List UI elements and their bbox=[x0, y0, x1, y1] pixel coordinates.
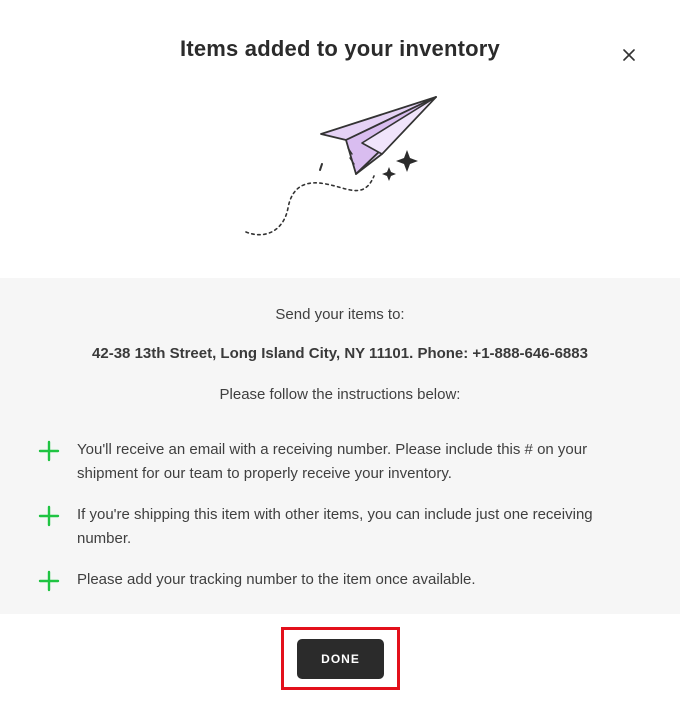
close-button[interactable] bbox=[616, 42, 642, 68]
send-items-label: Send your items to: bbox=[275, 306, 405, 323]
close-icon bbox=[623, 49, 635, 61]
done-button[interactable]: DONE bbox=[297, 639, 384, 679]
plus-icon bbox=[38, 505, 60, 527]
instruction-text: Please add your tracking number to the i… bbox=[77, 571, 476, 588]
plus-icon bbox=[38, 570, 60, 592]
instruction-item: Please add your tracking number to the i… bbox=[38, 568, 648, 592]
instruction-item: If you're shipping this item with other … bbox=[38, 503, 648, 551]
inventory-modal: Items added to your inventory Send your … bbox=[0, 0, 680, 712]
instruction-text: You'll receive an email with a receiving… bbox=[77, 441, 588, 482]
plus-icon bbox=[38, 440, 60, 462]
instructions-heading: Please follow the instructions below: bbox=[219, 386, 461, 403]
shipping-address: 42-38 13th Street, Long Island City, NY … bbox=[92, 345, 588, 362]
paper-plane-icon bbox=[245, 96, 437, 236]
instruction-item: You'll receive an email with a receiving… bbox=[38, 438, 648, 486]
shipping-info-panel: Send your items to: 42-38 13th Street, L… bbox=[0, 278, 680, 614]
instruction-list: You'll receive an email with a receiving… bbox=[38, 438, 648, 609]
instruction-text: If you're shipping this item with other … bbox=[77, 506, 593, 547]
modal-title: Items added to your inventory bbox=[180, 36, 500, 61]
